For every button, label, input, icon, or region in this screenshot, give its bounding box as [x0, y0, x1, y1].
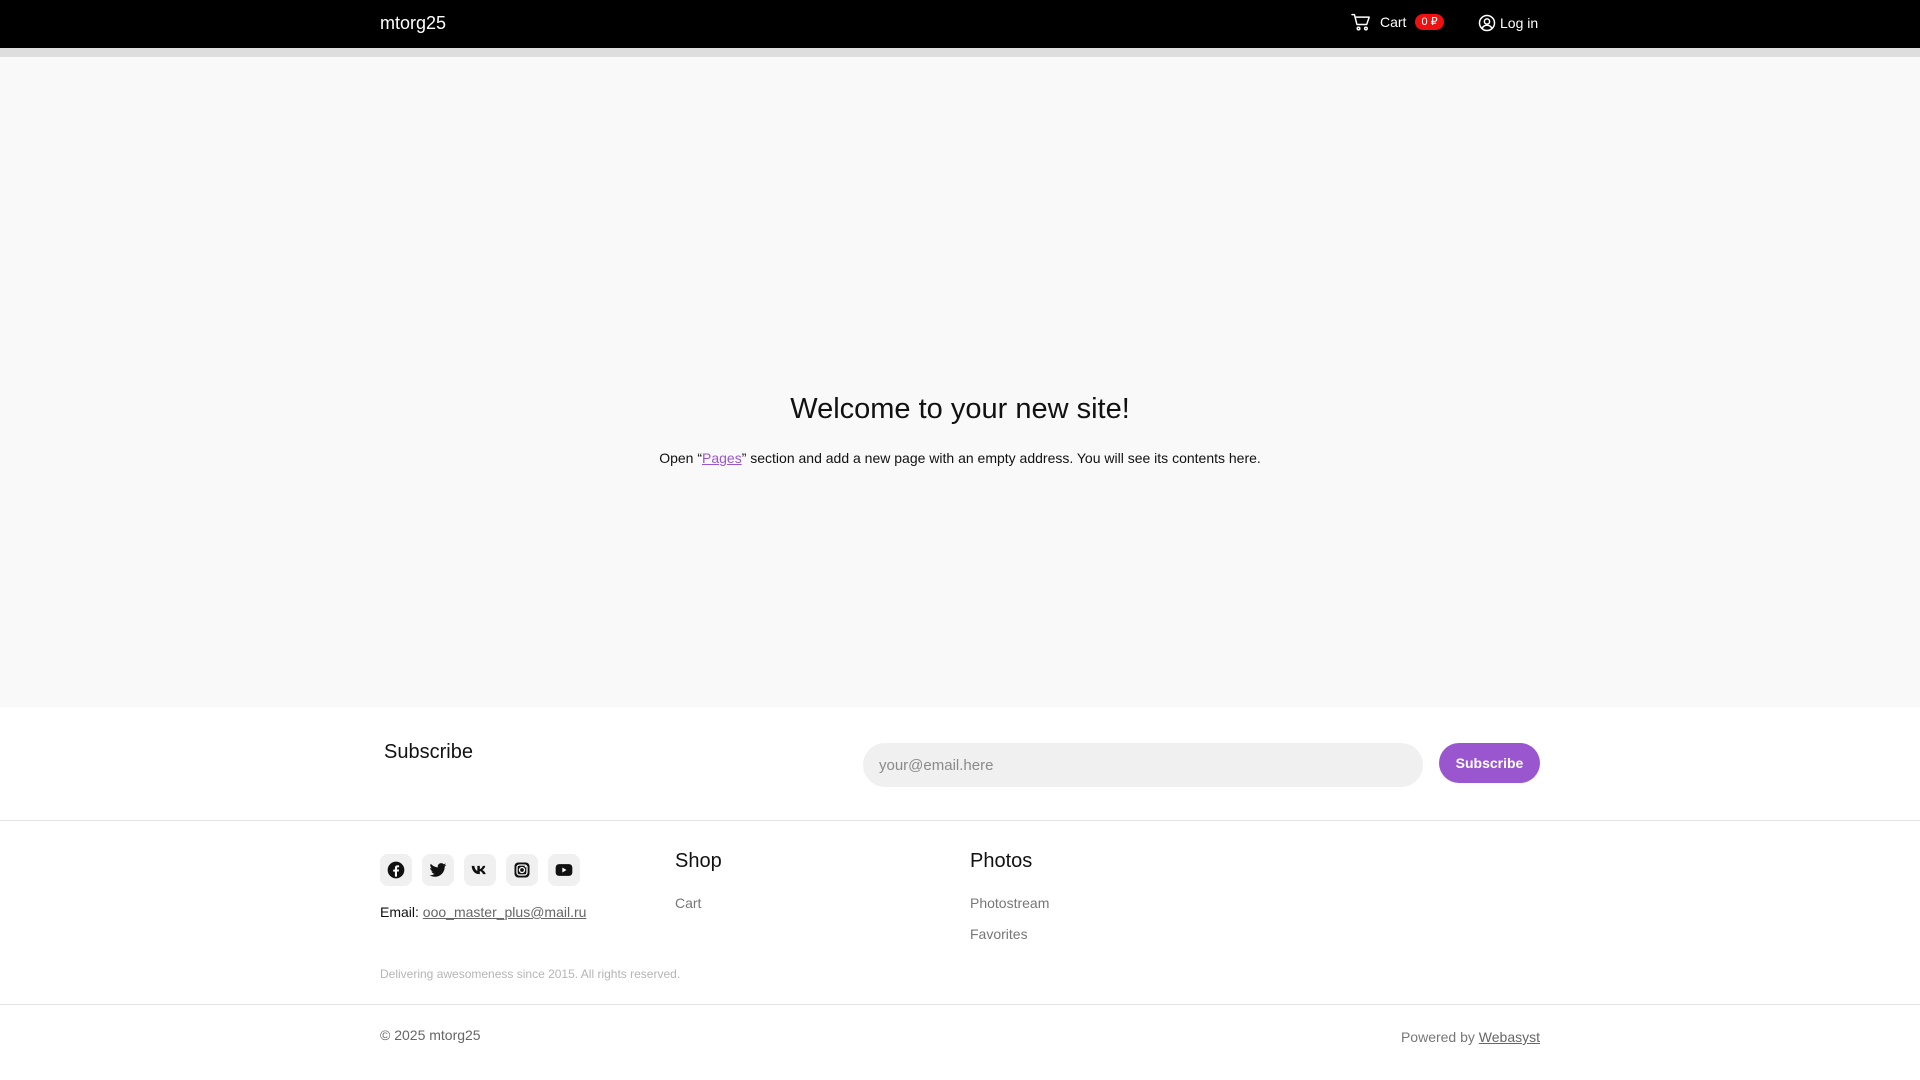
page-title: Welcome to your new site!	[790, 393, 1130, 425]
footer-link-photostream[interactable]: Photostream	[970, 895, 1049, 911]
footer-photos-column: Photos Photostream Favorites	[970, 850, 1049, 957]
top-navbar: mtorg25 Cart 0 ₽ Log in	[0, 0, 1920, 48]
youtube-icon[interactable]	[548, 854, 580, 886]
facebook-icon[interactable]	[380, 854, 412, 886]
main-content: Welcome to your new site! Open “Pages” s…	[0, 57, 1920, 707]
footer-photos-title: Photos	[970, 850, 1033, 872]
email-link[interactable]: ooo_master_plus@mail.ru	[423, 904, 587, 920]
site-brand[interactable]: mtorg25	[380, 13, 446, 34]
welcome-message: Open “Pages” section and add a new page …	[0, 450, 1920, 466]
pages-link[interactable]: Pages	[702, 450, 742, 466]
subscribe-email-input[interactable]	[863, 743, 1423, 787]
login-link[interactable]: Log in	[1478, 12, 1538, 34]
user-circle-icon	[1478, 14, 1496, 32]
social-links	[380, 854, 580, 886]
cart-icon	[1351, 13, 1370, 31]
footer: Email: ooo_master_plus@mail.ru Deliverin…	[0, 822, 1920, 1005]
footer-link-cart[interactable]: Cart	[675, 895, 722, 911]
subscribe-button[interactable]: Subscribe	[1439, 743, 1540, 783]
cart-total-badge: 0 ₽	[1415, 14, 1444, 30]
welcome-text-after: ” section and add a new page with an emp…	[741, 450, 1261, 466]
email-label: Email:	[380, 904, 419, 920]
bottom-bar: © 2025 mtorg25 Powered by Webasyst	[0, 1006, 1920, 1080]
welcome-text-before: Open “	[659, 450, 702, 466]
footer-link-favorites[interactable]: Favorites	[970, 926, 1049, 942]
footer-shop-column: Shop Cart	[675, 850, 722, 926]
footer-tagline: Delivering awesomeness since 2015. All r…	[380, 967, 681, 981]
powered-by: Powered by Webasyst	[1401, 1029, 1540, 1045]
vk-icon[interactable]	[464, 854, 496, 886]
instagram-icon[interactable]	[506, 854, 538, 886]
cart-link[interactable]: Cart 0 ₽	[1351, 11, 1444, 33]
copyright: © 2025 mtorg25	[380, 1027, 481, 1043]
subscribe-title: Subscribe	[384, 741, 473, 763]
webasyst-link[interactable]: Webasyst	[1479, 1029, 1540, 1045]
twitter-icon[interactable]	[422, 854, 454, 886]
subscribe-section: Subscribe Subscribe	[0, 707, 1920, 821]
login-label: Log in	[1500, 15, 1539, 31]
cart-label: Cart	[1380, 14, 1407, 30]
powered-label: Powered by	[1400, 1029, 1475, 1045]
header-divider	[0, 48, 1920, 57]
footer-shop-title: Shop	[675, 850, 722, 872]
footer-email: Email: ooo_master_plus@mail.ru	[380, 904, 586, 920]
